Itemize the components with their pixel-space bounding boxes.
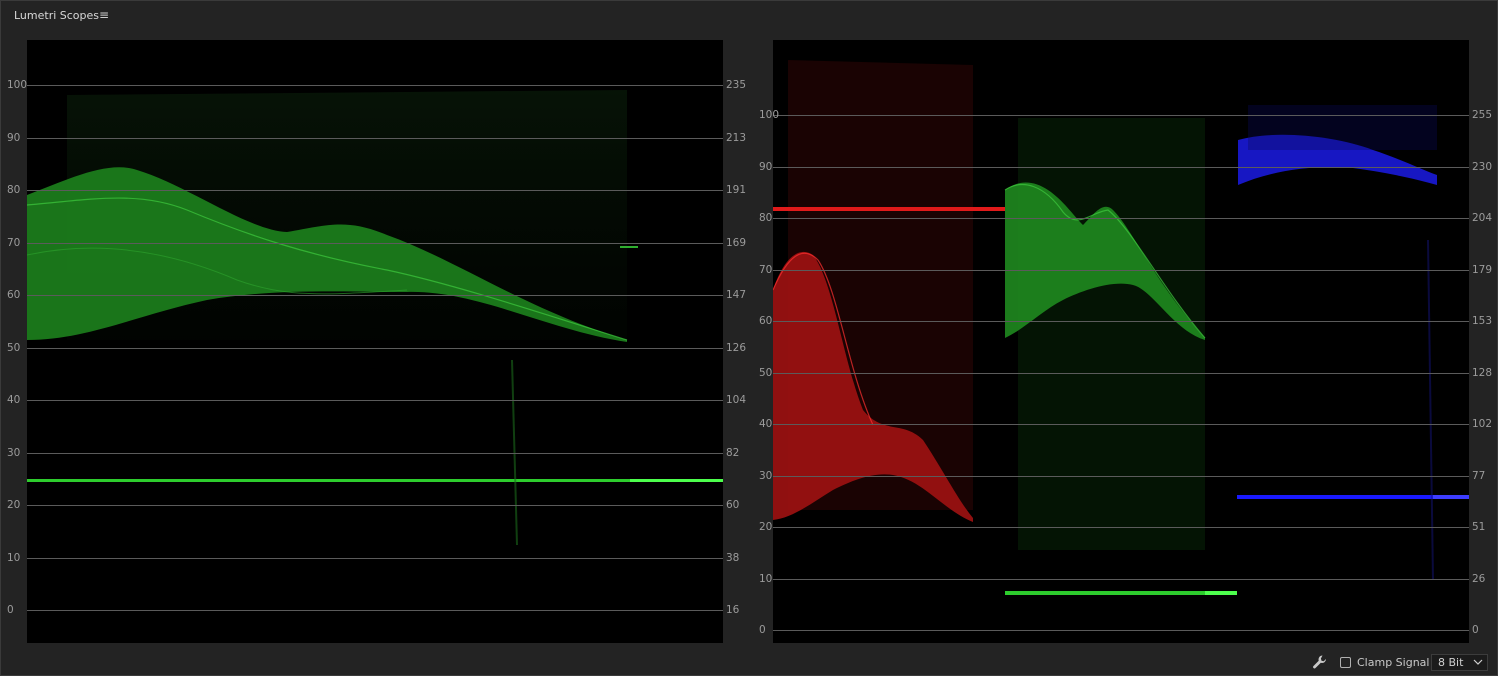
gridline — [773, 630, 1469, 631]
right-axis-tick: 0 — [1472, 624, 1479, 636]
bit-depth-value: 8 Bit — [1438, 656, 1464, 669]
right-axis-tick: 126 — [726, 341, 747, 354]
left-axis-tick: 60 — [759, 315, 773, 327]
right-axis-tick: 204 — [1472, 212, 1493, 224]
gridline — [773, 527, 1469, 528]
gridline — [773, 475, 1469, 477]
right-axis-tick: 153 — [1472, 315, 1493, 327]
left-axis-tick: 100 — [759, 109, 780, 121]
right-axis-tick: 128 — [1472, 366, 1493, 379]
left-axis-tick: 10 — [7, 551, 21, 564]
gridline — [27, 505, 723, 506]
wrench-icon[interactable] — [1312, 654, 1328, 670]
left-axis-tick: 30 — [759, 469, 773, 482]
right-axis-tick: 230 — [1472, 160, 1493, 173]
gridline — [27, 242, 723, 244]
right-axis-tick: 16 — [726, 604, 740, 616]
gridline — [773, 578, 1469, 580]
gridline — [773, 321, 1469, 322]
gridline — [27, 137, 723, 139]
left-axis-tick: 40 — [7, 394, 21, 406]
left-axis-tick: 70 — [759, 263, 773, 276]
right-axis-tick: 147 — [726, 289, 747, 301]
luma-waveform-scope — [27, 40, 723, 643]
gridline — [27, 295, 723, 296]
gridline — [773, 218, 1469, 219]
right-axis-tick: 169 — [726, 236, 747, 249]
left-axis-tick: 20 — [7, 499, 21, 511]
right-axis-tick: 255 — [1472, 109, 1493, 121]
panel-title[interactable]: Lumetri Scopes — [14, 9, 99, 22]
right-axis-tick: 235 — [726, 79, 747, 91]
luma-waveform-trace — [27, 90, 723, 546]
gridline — [773, 424, 1469, 425]
clamp-signal-label: Clamp Signal — [1357, 656, 1430, 669]
left-axis-tick: 60 — [7, 289, 21, 301]
rgb-parade-scope — [773, 40, 1469, 643]
gridline — [27, 347, 723, 349]
right-axis-tick: 102 — [1472, 418, 1493, 430]
left-axis-tick: 80 — [759, 212, 773, 224]
chevron-down-icon — [1473, 659, 1483, 665]
right-axis-tick: 82 — [726, 446, 740, 459]
left-axis-tick: 100 — [7, 79, 28, 91]
right-axis-tick: 38 — [726, 551, 740, 564]
gridline — [773, 269, 1469, 271]
left-axis-tick: 50 — [759, 366, 773, 379]
gridline — [27, 557, 723, 559]
right-axis-tick: 77 — [1472, 469, 1486, 482]
gridline — [27, 85, 723, 86]
right-axis-tick: 179 — [1472, 263, 1493, 276]
right-axis-tick: 213 — [726, 131, 747, 144]
left-axis-tick: 70 — [7, 236, 21, 249]
right-axis-tick: 26 — [1472, 572, 1486, 585]
left-axis-tick: 40 — [759, 418, 773, 430]
right-axis-tick: 104 — [726, 394, 747, 406]
left-axis-tick: 30 — [7, 446, 21, 459]
right-axis-tick: 191 — [726, 184, 747, 196]
left-axis-tick: 0 — [759, 624, 766, 636]
gridline — [773, 115, 1469, 116]
gridline — [773, 372, 1469, 374]
bit-depth-dropdown[interactable]: 8 Bit — [1431, 654, 1488, 671]
clamp-signal-checkbox[interactable] — [1340, 657, 1351, 668]
gridline — [27, 400, 723, 401]
left-axis-tick: 90 — [7, 131, 21, 144]
gridline — [27, 610, 723, 611]
left-axis-tick: 50 — [7, 341, 21, 354]
left-axis-tick: 80 — [7, 184, 21, 196]
right-axis-tick: 51 — [1472, 521, 1486, 533]
rgb-parade-trace — [773, 60, 1469, 595]
hamburger-menu-icon[interactable]: ≡ — [99, 9, 111, 21]
right-axis-tick: 60 — [726, 499, 740, 511]
left-axis-tick: 0 — [7, 604, 14, 616]
gridline — [27, 452, 723, 454]
left-axis-tick: 90 — [759, 160, 773, 173]
panel-header: Lumetri Scopes ≡ — [0, 0, 1498, 32]
gridline — [773, 166, 1469, 168]
gridline — [27, 190, 723, 191]
left-axis-tick: 10 — [759, 572, 773, 585]
left-axis-tick: 20 — [759, 521, 773, 533]
